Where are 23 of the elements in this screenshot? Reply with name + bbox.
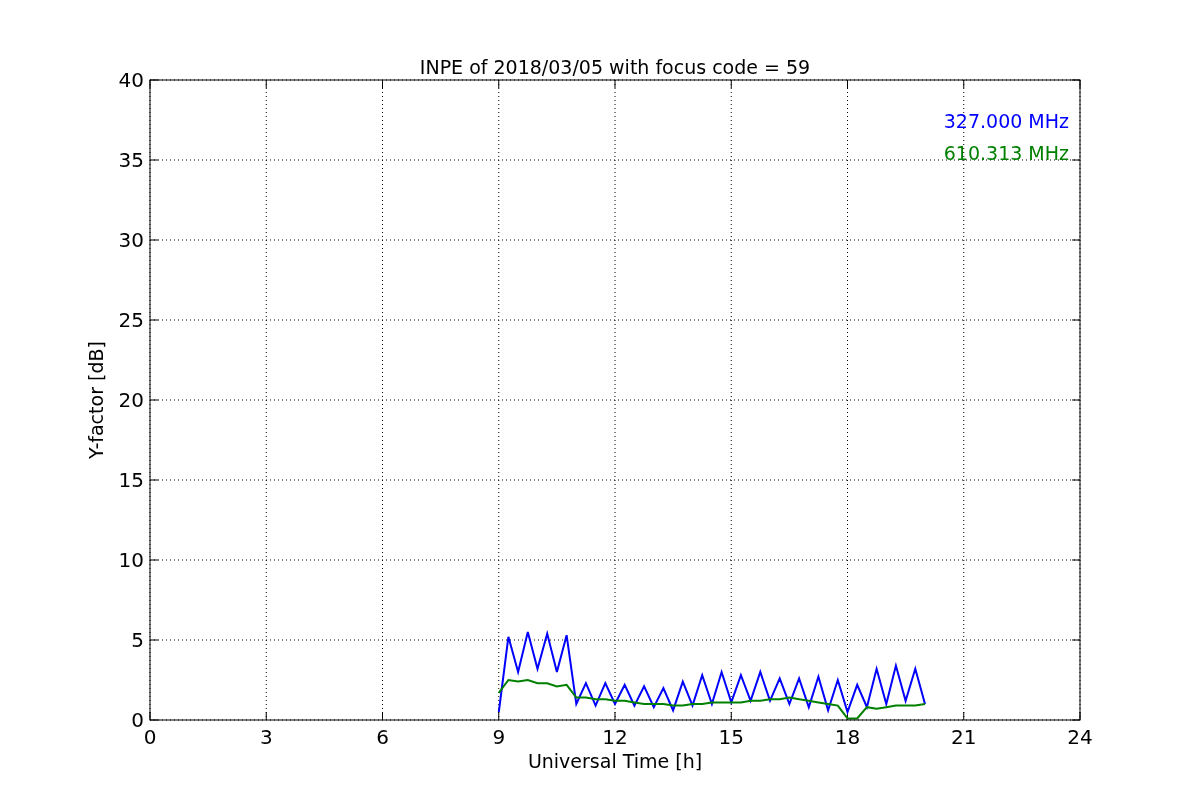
x-tick-label: 15 [718,725,744,749]
x-axis-label: Universal Time [h] [527,750,703,772]
y-tick-label: 20 [118,388,144,412]
y-tick-label: 25 [118,308,144,332]
y-tick-label: 40 [118,68,144,92]
y-tick-label: 15 [118,468,144,492]
legend-label: 327.000 MHz [943,110,1069,132]
y-tick-label: 10 [118,548,144,572]
chart-title: INPE of 2018/03/05 with focus code = 59 [419,56,811,78]
x-tick-label: 0 [143,725,157,749]
x-tick-label: 12 [602,725,628,749]
x-tick-label: 9 [492,725,506,749]
x-tick-label: 18 [834,725,861,749]
y-axis-label: Y-factor [dB] [85,341,107,459]
y-tick-label: 35 [118,148,144,172]
x-tick-label: 21 [951,725,977,749]
y-tick-label: 0 [131,708,144,732]
x-tick-label: 3 [259,725,273,749]
x-tick-label: 24 [1067,725,1093,749]
y-tick-label: 30 [118,228,144,252]
y-tick-label: 5 [131,628,144,652]
legend-label: 610.313 MHz [943,142,1069,164]
x-tick-label: 6 [376,725,389,749]
